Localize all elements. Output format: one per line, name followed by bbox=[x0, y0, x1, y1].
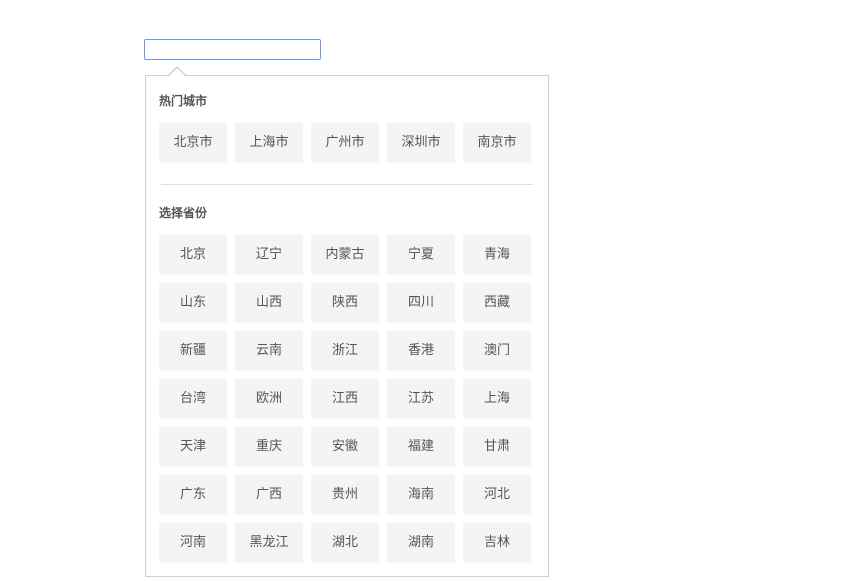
province-option[interactable]: 江苏 bbox=[387, 379, 455, 419]
province-option[interactable]: 新疆 bbox=[159, 331, 227, 371]
province-option[interactable]: 安徽 bbox=[311, 427, 379, 467]
city-search-input[interactable] bbox=[144, 39, 321, 60]
hot-city-option[interactable]: 北京市 bbox=[159, 123, 227, 163]
province-option[interactable]: 台湾 bbox=[159, 379, 227, 419]
province-option[interactable]: 广东 bbox=[159, 475, 227, 515]
hot-city-option[interactable]: 上海市 bbox=[235, 123, 303, 163]
province-option[interactable]: 陕西 bbox=[311, 283, 379, 323]
province-option[interactable]: 湖南 bbox=[387, 523, 455, 563]
province-option[interactable]: 贵州 bbox=[311, 475, 379, 515]
hot-cities-grid: 北京市 上海市 广州市 深圳市 南京市 bbox=[159, 123, 531, 163]
province-option[interactable]: 欧洲 bbox=[235, 379, 303, 419]
hot-cities-title: 热门城市 bbox=[159, 94, 208, 108]
province-option[interactable]: 广西 bbox=[235, 475, 303, 515]
province-option[interactable]: 辽宁 bbox=[235, 235, 303, 275]
province-option[interactable]: 四川 bbox=[387, 283, 455, 323]
province-option[interactable]: 山西 bbox=[235, 283, 303, 323]
province-option[interactable]: 河北 bbox=[463, 475, 531, 515]
city-picker-popup: 热门城市 北京市 上海市 广州市 深圳市 南京市 选择省份 北京 辽宁 内蒙古 宁夏 青海山东山… bbox=[145, 75, 549, 577]
hot-city-option[interactable]: 南京市 bbox=[463, 123, 531, 163]
province-option[interactable]: 青海 bbox=[463, 235, 531, 275]
province-grid: 北京 辽宁 内蒙古 宁夏 青海山东 山西 陕西 四川 西藏新疆 云南 浙江 香港 澳门台湾 欧洲 江西 江苏上… bbox=[159, 235, 531, 563]
province-option[interactable]: 重庆 bbox=[235, 427, 303, 467]
province-option[interactable]: 河南 bbox=[159, 523, 227, 563]
province-option[interactable]: 香港 bbox=[387, 331, 455, 371]
hot-city-option[interactable]: 深圳市 bbox=[387, 123, 455, 163]
province-option[interactable]: 甘肃 bbox=[463, 427, 531, 467]
province-option[interactable]: 天津 bbox=[159, 427, 227, 467]
province-section-title: 选择省份 bbox=[159, 206, 208, 220]
province-option[interactable]: 黑龙江 bbox=[235, 523, 303, 563]
province-option[interactable]: 江西 bbox=[311, 379, 379, 419]
province-option[interactable]: 山东 bbox=[159, 283, 227, 323]
hot-city-option[interactable]: 广州市 bbox=[311, 123, 379, 163]
province-option[interactable]: 福建 bbox=[387, 427, 455, 467]
province-option[interactable]: 吉林 bbox=[463, 523, 531, 563]
province-option[interactable]: 澳门 bbox=[463, 331, 531, 371]
province-option[interactable]: 宁夏 bbox=[387, 235, 455, 275]
province-option[interactable]: 内蒙古 bbox=[311, 235, 379, 275]
popup-pointer-arrow-fill bbox=[169, 68, 185, 76]
province-option[interactable]: 北京 bbox=[159, 235, 227, 275]
province-option[interactable]: 海南 bbox=[387, 475, 455, 515]
province-option[interactable]: 浙江 bbox=[311, 331, 379, 371]
province-option[interactable]: 云南 bbox=[235, 331, 303, 371]
section-divider bbox=[161, 184, 533, 185]
province-option[interactable]: 西藏 bbox=[463, 283, 531, 323]
province-option[interactable]: 湖北 bbox=[311, 523, 379, 563]
province-option[interactable]: 上海 bbox=[463, 379, 531, 419]
